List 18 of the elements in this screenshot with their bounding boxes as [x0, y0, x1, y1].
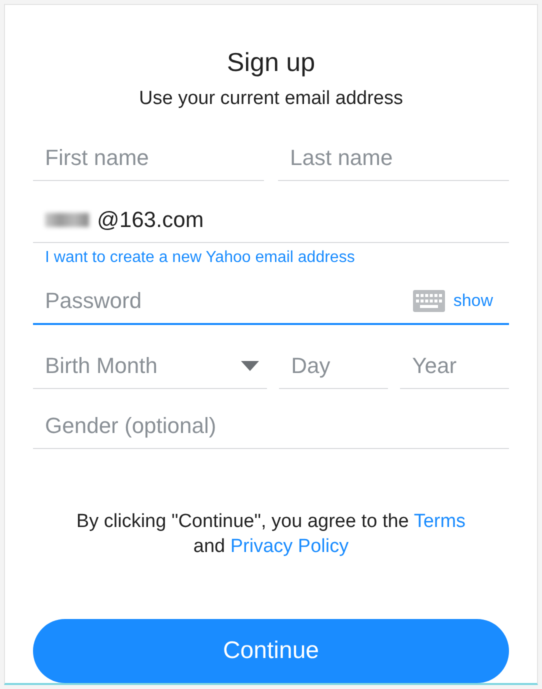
- continue-button[interactable]: Continue: [33, 619, 509, 683]
- create-yahoo-email-link[interactable]: I want to create a new Yahoo email address: [45, 249, 355, 267]
- month-select[interactable]: Birth Month: [33, 352, 234, 378]
- gender-field[interactable]: Gender (optional): [33, 412, 509, 438]
- show-password-link[interactable]: show: [453, 291, 493, 311]
- date-field[interactable]: Year: [400, 352, 510, 378]
- terms-text: By clicking "Continue", you agree to the Terms and Privacy Policy: [75, 510, 467, 559]
- password-field[interactable]: Password: [33, 288, 406, 314]
- form-subtitle: Use your current email address: [138, 87, 404, 111]
- keyboard-icon[interactable]: [413, 290, 446, 312]
- terms-link[interactable]: Terms: [414, 511, 466, 532]
- caret-icon: [241, 360, 260, 370]
- name-field[interactable]: Last name: [278, 144, 509, 170]
- privacy-policy-link[interactable]: Privacy Policy: [230, 536, 349, 557]
- email-field[interactable]: @163.com: [97, 206, 509, 232]
- name-field[interactable]: First name: [33, 144, 264, 170]
- date-field[interactable]: Day: [279, 352, 388, 378]
- form-title: Sign up: [226, 46, 316, 79]
